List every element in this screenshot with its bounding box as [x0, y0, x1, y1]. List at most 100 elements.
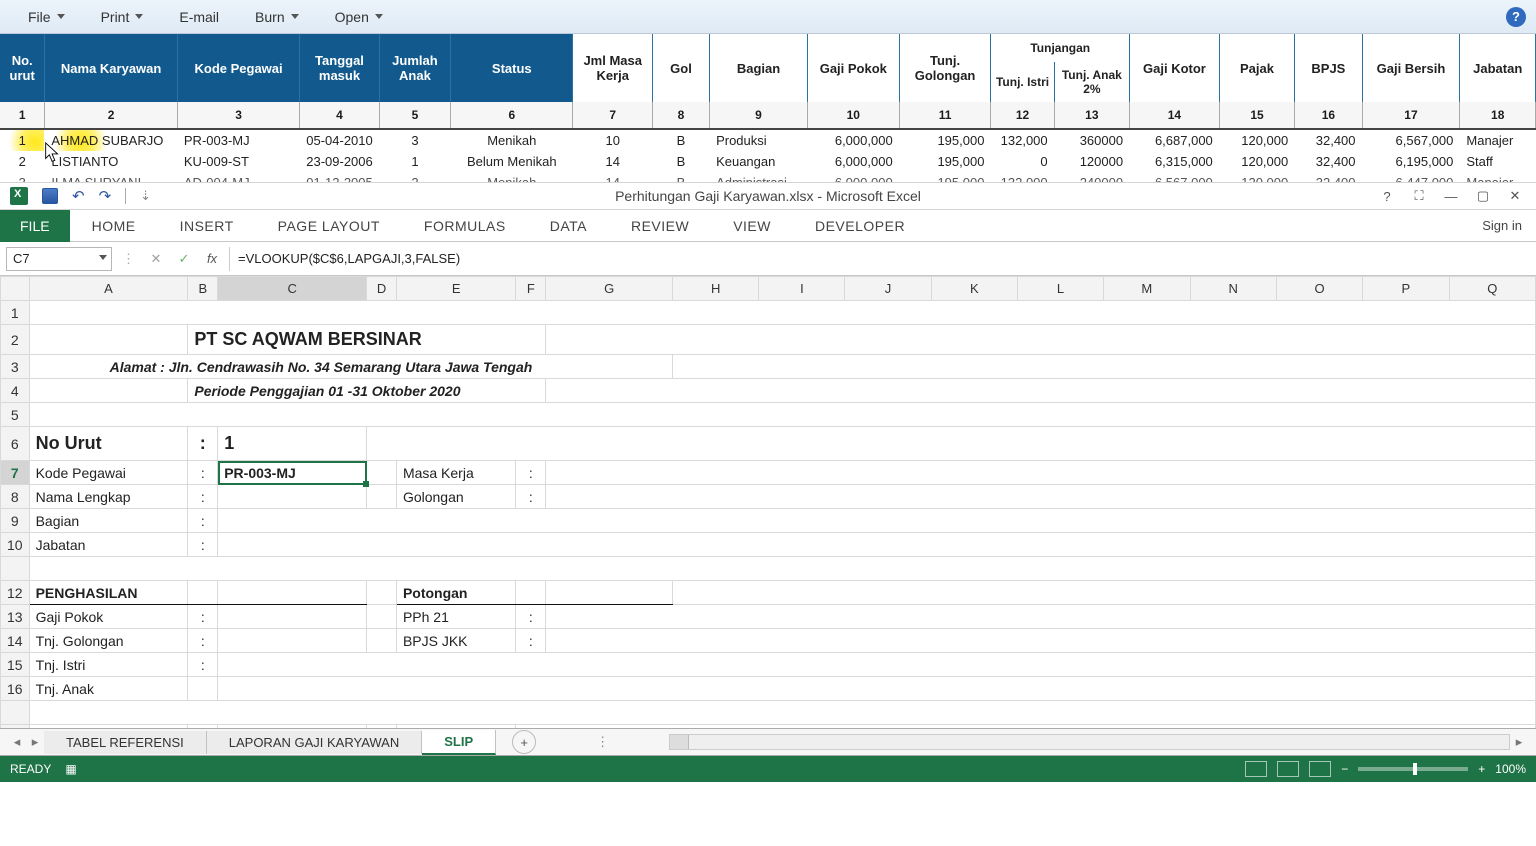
col-hdr[interactable]: J: [845, 277, 931, 301]
table-row[interactable]: 2 LISTIANTO KU-009-ST 23-09-2006 1 Belum…: [0, 151, 1536, 172]
nama-label[interactable]: Nama Lengkap: [29, 485, 188, 509]
cell[interactable]: [218, 629, 367, 653]
col-hdr[interactable]: L: [1017, 277, 1103, 301]
colon-cell[interactable]: :: [188, 533, 218, 557]
cell[interactable]: [367, 581, 397, 605]
chevron-down-icon[interactable]: [99, 255, 107, 260]
sheet-tab-slip[interactable]: SLIP: [422, 730, 496, 755]
col-hdr[interactable]: M: [1104, 277, 1190, 301]
tab-file[interactable]: FILE: [0, 210, 70, 242]
col-hdr[interactable]: H: [673, 277, 759, 301]
cell[interactable]: [367, 725, 397, 729]
menu-print[interactable]: Print: [83, 9, 162, 25]
table-row[interactable]: 1 AHMAD SUBARJO PR-003-MJ 05-04-2010 3 M…: [0, 129, 1536, 151]
sheet-nav-prev-icon[interactable]: ◂: [8, 734, 26, 750]
customize-qat-icon[interactable]: ⇣: [140, 188, 151, 204]
colon-cell[interactable]: :: [188, 509, 218, 533]
row-hdr[interactable]: 15: [1, 653, 30, 677]
row-hdr[interactable]: 16: [1, 677, 30, 701]
cell[interactable]: [367, 485, 397, 509]
col-hdr[interactable]: I: [759, 277, 845, 301]
minimize-button[interactable]: —: [1442, 189, 1460, 204]
row-hdr[interactable]: 4: [1, 379, 30, 403]
row-hdr[interactable]: 14: [1, 629, 30, 653]
colon-cell[interactable]: :: [516, 461, 546, 485]
col-hdr[interactable]: P: [1363, 277, 1449, 301]
colon-cell[interactable]: :: [188, 653, 218, 677]
cell[interactable]: [188, 677, 218, 701]
col-hdr[interactable]: Q: [1449, 277, 1535, 301]
menu-file[interactable]: File: [10, 9, 83, 25]
cell[interactable]: [218, 725, 367, 729]
pph-label[interactable]: PPh 21: [396, 605, 515, 629]
tab-page-layout[interactable]: PAGE LAYOUT: [256, 210, 402, 242]
cell[interactable]: [29, 379, 188, 403]
cell[interactable]: [29, 325, 188, 355]
cell[interactable]: [218, 509, 1536, 533]
tab-review[interactable]: REVIEW: [609, 210, 711, 242]
col-hdr[interactable]: D: [367, 277, 397, 301]
cell[interactable]: [188, 581, 218, 605]
col-hdr[interactable]: A: [29, 277, 188, 301]
tab-insert[interactable]: INSERT: [158, 210, 256, 242]
col-hdr[interactable]: G: [546, 277, 673, 301]
zoom-level[interactable]: 100%: [1495, 762, 1526, 776]
colon-cell[interactable]: :: [516, 629, 546, 653]
period-cell[interactable]: Periode Penggajian 01 -31 Oktober 2020: [188, 379, 546, 403]
row-hdr[interactable]: 18: [1, 725, 30, 729]
ribbon-display-icon[interactable]: ⛶: [1410, 188, 1428, 204]
row-hdr[interactable]: 13: [1, 605, 30, 629]
cell[interactable]: [546, 461, 1536, 485]
tnj-gol-label[interactable]: Tnj. Golongan: [29, 629, 188, 653]
close-button[interactable]: ✕: [1506, 188, 1524, 204]
colon-cell[interactable]: :: [188, 427, 218, 461]
row-hdr[interactable]: 3: [1, 355, 30, 379]
cell[interactable]: [367, 427, 1536, 461]
col-hdr[interactable]: B: [188, 277, 218, 301]
masa-label[interactable]: Masa Kerja: [396, 461, 515, 485]
cell[interactable]: [546, 379, 1536, 403]
table-row[interactable]: 3 ILMA SURYANI AD-004-MJ 01-12-2005 2 Me…: [0, 172, 1536, 182]
cell[interactable]: [29, 301, 1535, 325]
cell[interactable]: [367, 629, 397, 653]
cell[interactable]: [367, 605, 397, 629]
colon-cell[interactable]: :: [188, 725, 218, 729]
select-all-cell[interactable]: [1, 277, 30, 301]
row-hdr[interactable]: 7: [1, 461, 30, 485]
col-hdr[interactable]: C: [218, 277, 367, 301]
cell[interactable]: [29, 557, 1535, 581]
nourut-value[interactable]: 1: [218, 427, 367, 461]
scroll-right-icon[interactable]: ▸: [1510, 734, 1528, 750]
row-hdr[interactable]: 8: [1, 485, 30, 509]
cell[interactable]: [546, 581, 673, 605]
row-hdr[interactable]: 2: [1, 325, 30, 355]
view-normal-icon[interactable]: [1245, 761, 1267, 777]
bagian-label[interactable]: Bagian: [29, 509, 188, 533]
cell[interactable]: [218, 581, 367, 605]
col-hdr[interactable]: F: [516, 277, 546, 301]
bpjs-label[interactable]: BPJS JKK: [396, 629, 515, 653]
colon-cell[interactable]: :: [188, 461, 218, 485]
colon-cell[interactable]: :: [516, 485, 546, 509]
colon-cell[interactable]: :: [188, 605, 218, 629]
fx-icon[interactable]: fx: [201, 248, 223, 270]
row-hdr[interactable]: 12: [1, 581, 30, 605]
tab-split-icon[interactable]: ⋮: [596, 734, 609, 750]
col-hdr[interactable]: E: [396, 277, 515, 301]
signin-link[interactable]: Sign in: [1482, 218, 1536, 233]
help-icon[interactable]: ?: [1506, 7, 1526, 27]
zoom-in-button[interactable]: +: [1478, 762, 1485, 776]
zoom-out-button[interactable]: −: [1341, 762, 1348, 776]
cell[interactable]: [218, 485, 367, 509]
cell[interactable]: [673, 581, 1536, 605]
row-hdr[interactable]: [1, 557, 30, 581]
kode-label[interactable]: Kode Pegawai: [29, 461, 188, 485]
row-hdr[interactable]: 1: [1, 301, 30, 325]
potongan-label[interactable]: Potongan: [396, 581, 515, 605]
cell[interactable]: [218, 677, 1536, 701]
row-hdr[interactable]: 9: [1, 509, 30, 533]
horizontal-scrollbar[interactable]: [669, 734, 1510, 750]
cell[interactable]: [218, 533, 1536, 557]
row-hdr[interactable]: 10: [1, 533, 30, 557]
name-box[interactable]: C7: [6, 247, 112, 271]
